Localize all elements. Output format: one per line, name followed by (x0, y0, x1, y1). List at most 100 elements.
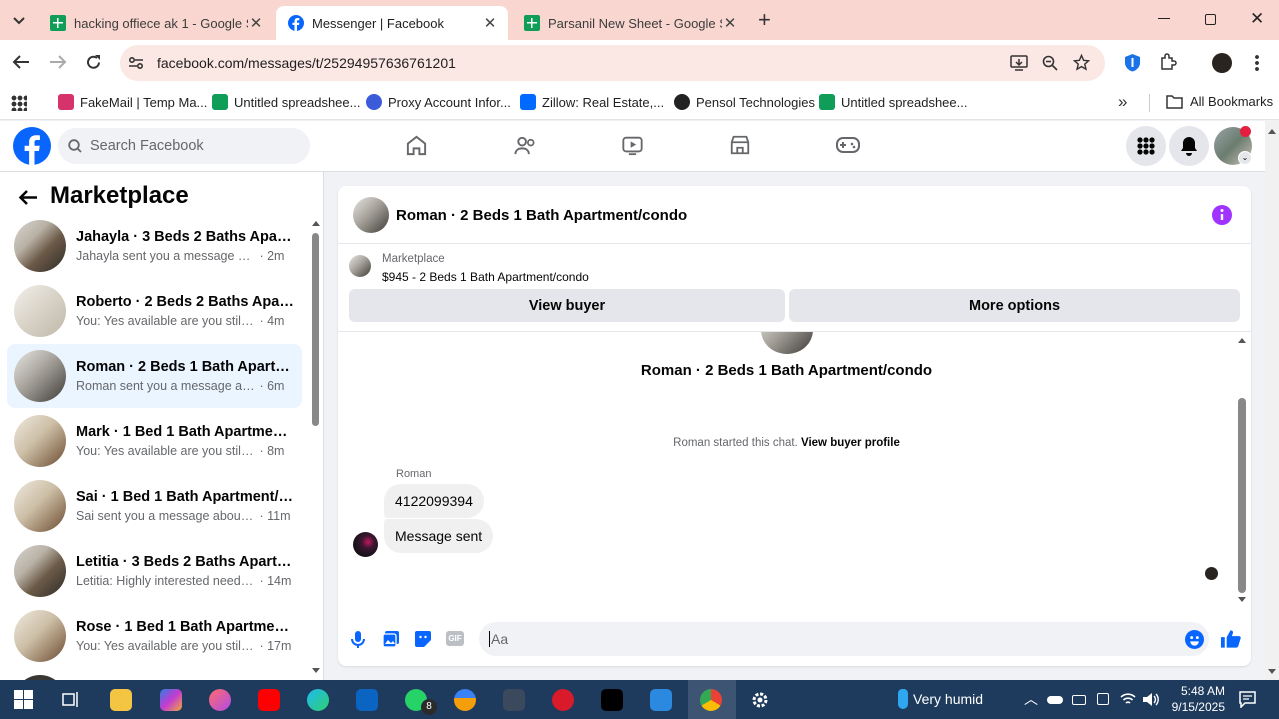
forward-arrow-icon[interactable] (49, 54, 67, 70)
scroll-down-arrow[interactable] (1268, 669, 1276, 678)
apps-grid-icon[interactable] (11, 95, 27, 111)
reload-icon[interactable] (85, 54, 102, 71)
bookmark-untitled-1[interactable]: Untitled spreadshee... (212, 94, 360, 110)
gaming-icon[interactable] (836, 135, 860, 155)
scroll-up-arrow[interactable] (1268, 125, 1276, 134)
chat-scrollbar[interactable] (1237, 332, 1247, 606)
tiktok-icon[interactable] (601, 689, 623, 711)
more-bookmarks-icon[interactable]: » (1118, 92, 1127, 112)
shield-extension-icon[interactable] (1124, 53, 1141, 72)
tab-messenger[interactable]: Messenger | Facebook ✕ (276, 6, 508, 40)
conversation-item[interactable]: Mark · 1 Bed 1 Bath Apartment/... You: Y… (7, 409, 302, 473)
listing-thumbnail[interactable] (349, 255, 371, 277)
view-buyer-button[interactable]: View buyer (349, 289, 785, 322)
sender-avatar[interactable] (353, 532, 378, 557)
account-avatar[interactable]: ⌄ (1214, 126, 1252, 165)
all-bookmarks-button[interactable]: All Bookmarks (1166, 94, 1273, 109)
emoji-icon[interactable] (1185, 630, 1204, 649)
site-settings-icon[interactable] (128, 55, 144, 71)
marketplace-icon[interactable] (729, 134, 751, 156)
outlook-icon[interactable] (356, 689, 378, 711)
watch-icon[interactable] (621, 134, 644, 156)
edge-icon[interactable] (307, 689, 329, 711)
clock[interactable]: 5:48 AM 9/15/2025 (1163, 683, 1225, 715)
bookmark-proxy[interactable]: Proxy Account Infor... (366, 94, 511, 110)
scroll-down-arrow[interactable] (312, 668, 320, 677)
paint-app-icon[interactable] (209, 689, 231, 711)
medal-app-icon[interactable] (454, 689, 476, 711)
notification-center-icon[interactable] (1239, 691, 1256, 708)
bookmark-zillow[interactable]: Zillow: Real Estate,... (520, 94, 664, 110)
restore-button[interactable] (1205, 14, 1216, 25)
file-explorer-icon[interactable] (110, 689, 132, 711)
zoom-icon[interactable] (1042, 55, 1058, 71)
microphone-icon[interactable] (351, 630, 365, 649)
chat-title[interactable]: Roman · 2 Beds 1 Bath Apartment/condo (396, 207, 687, 224)
onedrive-cloud-icon[interactable] (1047, 696, 1063, 704)
conversation-item[interactable]: Rose · 1 Bed 1 Bath Apartment/c... You: … (7, 604, 302, 668)
page-scrollbar[interactable] (1265, 121, 1279, 680)
address-bar[interactable]: facebook.com/messages/t/2529495763676120… (120, 45, 1105, 81)
tab-hacking-office[interactable]: hacking offiece ak 1 - Google Sh ✕ (38, 6, 274, 40)
chrome-icon[interactable] (700, 689, 722, 711)
profile-avatar[interactable] (1212, 53, 1232, 73)
photo-icon[interactable] (382, 630, 400, 648)
friends-icon[interactable] (513, 134, 537, 157)
extensions-puzzle-icon[interactable] (1159, 53, 1177, 71)
search-facebook-input[interactable]: Search Facebook (58, 128, 310, 164)
settings-gear-app-icon[interactable] (503, 689, 525, 711)
scroll-thumb[interactable] (1238, 398, 1246, 593)
back-arrow-icon[interactable] (18, 189, 38, 206)
view-buyer-profile-link[interactable]: View buyer profile (801, 437, 900, 449)
bookmark-star-icon[interactable] (1073, 54, 1090, 71)
settings-icon[interactable] (749, 689, 771, 711)
scroll-thumb[interactable] (312, 233, 319, 426)
close-icon[interactable]: ✕ (248, 14, 264, 32)
new-tab-button[interactable]: + (758, 9, 771, 31)
notifications-button[interactable] (1169, 126, 1209, 166)
wifi-icon[interactable] (1120, 692, 1136, 706)
message-input[interactable]: Aa (479, 622, 1209, 656)
home-icon[interactable] (405, 134, 428, 157)
windows-start-icon[interactable] (14, 690, 33, 709)
more-options-button[interactable]: More options (789, 289, 1240, 322)
battery-icon[interactable] (1072, 695, 1086, 705)
chrome-menu-icon[interactable] (1255, 54, 1259, 72)
copilot-icon[interactable] (160, 689, 182, 711)
sidebar-scrollbar[interactable] (310, 217, 320, 677)
install-app-icon[interactable] (1010, 55, 1028, 71)
bookmark-pensol[interactable]: Pensol Technologies (674, 94, 815, 110)
message-bubble[interactable]: Message sent (384, 519, 494, 553)
thumbs-up-icon[interactable] (1220, 629, 1241, 649)
close-icon[interactable]: ✕ (722, 14, 738, 32)
conversation-item[interactable]: Jahayla · 3 Beds 2 Baths Apartm... Jahay… (7, 214, 302, 278)
close-icon[interactable]: ✕ (482, 14, 498, 32)
close-window-button[interactable]: ✕ (1250, 9, 1264, 29)
tab-parsanil[interactable]: Parsanil New Sheet - Google Sh ✕ (512, 6, 748, 40)
facebook-logo-icon[interactable] (13, 127, 51, 165)
info-icon[interactable] (1212, 205, 1232, 225)
conversation-item[interactable]: Roberto · 2 Beds 2 Baths Apart... You: Y… (7, 279, 302, 343)
scroll-up-arrow[interactable] (1238, 334, 1246, 343)
scroll-down-arrow[interactable] (1238, 597, 1246, 606)
microsoft-store-icon[interactable] (650, 689, 672, 711)
message-bubble[interactable]: 4122099394 (384, 484, 484, 518)
back-arrow-icon[interactable] (12, 54, 30, 70)
tab-search-button[interactable] (8, 10, 30, 32)
conversation-item[interactable]: Letitia · 3 Beds 2 Baths Apartme... Leti… (7, 539, 302, 603)
bookmark-untitled-2[interactable]: Untitled spreadshee... (819, 94, 967, 110)
menu-button[interactable] (1126, 126, 1166, 166)
youtube-icon[interactable] (258, 689, 280, 711)
network-icon[interactable] (1097, 693, 1109, 705)
chevron-up-icon[interactable]: ︿ (1024, 689, 1038, 709)
gif-icon[interactable]: GIF (446, 631, 464, 646)
chat-avatar[interactable] (353, 197, 389, 233)
opera-icon[interactable] (552, 689, 574, 711)
task-view-icon[interactable] (62, 690, 81, 709)
conversation-item[interactable]: Sai · 1 Bed 1 Bath Apartment/co... Sai s… (7, 474, 302, 538)
volume-icon[interactable] (1142, 692, 1159, 707)
sticker-icon[interactable] (414, 630, 432, 648)
conversation-item-selected[interactable]: Roman · 2 Beds 1 Bath Apartme... Roman s… (7, 344, 302, 408)
scroll-up-arrow[interactable] (312, 217, 320, 226)
bookmark-fakemail[interactable]: FakeMail | Temp Ma... (58, 94, 207, 110)
